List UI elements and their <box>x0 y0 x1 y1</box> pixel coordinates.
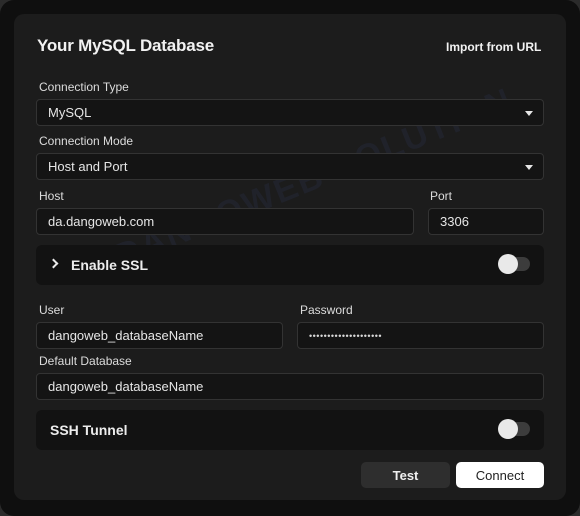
connection-type-value: MySQL <box>48 105 92 120</box>
default-database-value: dangoweb_databaseName <box>48 379 204 394</box>
toggle-knob <box>498 254 518 274</box>
host-value: da.dangoweb.com <box>48 214 155 229</box>
connection-mode-label: Connection Mode <box>39 134 134 148</box>
ssh-tunnel-toggle[interactable] <box>498 419 530 439</box>
caret-down-icon <box>525 165 533 170</box>
ssh-tunnel-section[interactable]: SSH Tunnel <box>36 410 544 450</box>
toggle-knob <box>498 419 518 439</box>
default-database-label: Default Database <box>39 354 132 368</box>
test-button[interactable]: Test <box>361 462 450 488</box>
user-input[interactable]: dangoweb_databaseName <box>36 322 283 349</box>
host-input[interactable]: da.dangoweb.com <box>36 208 414 235</box>
password-input[interactable]: •••••••••••••••••••• <box>297 322 544 349</box>
port-input[interactable]: 3306 <box>428 208 544 235</box>
host-label: Host <box>39 189 64 203</box>
connect-button[interactable]: Connect <box>456 462 544 488</box>
import-from-url-link[interactable]: Import from URL <box>446 40 541 54</box>
user-value: dangoweb_databaseName <box>48 328 204 343</box>
default-database-input[interactable]: dangoweb_databaseName <box>36 373 544 400</box>
ssh-tunnel-label: SSH Tunnel <box>50 422 128 438</box>
ssl-section[interactable]: Enable SSL <box>36 245 544 285</box>
port-value: 3306 <box>440 214 469 229</box>
password-label: Password <box>300 303 353 317</box>
caret-down-icon <box>525 111 533 116</box>
connection-mode-value: Host and Port <box>48 159 128 174</box>
connection-type-label: Connection Type <box>39 80 129 94</box>
port-label: Port <box>430 189 453 203</box>
connection-type-select[interactable]: MySQL <box>36 99 544 126</box>
chevron-right-icon <box>48 258 59 269</box>
dialog-title: Your MySQL Database <box>37 36 214 55</box>
connection-mode-select[interactable]: Host and Port <box>36 153 544 180</box>
ssl-label: Enable SSL <box>71 257 149 273</box>
password-value: •••••••••••••••••••• <box>309 330 383 341</box>
ssl-toggle[interactable] <box>498 254 530 274</box>
user-label: User <box>39 303 65 317</box>
